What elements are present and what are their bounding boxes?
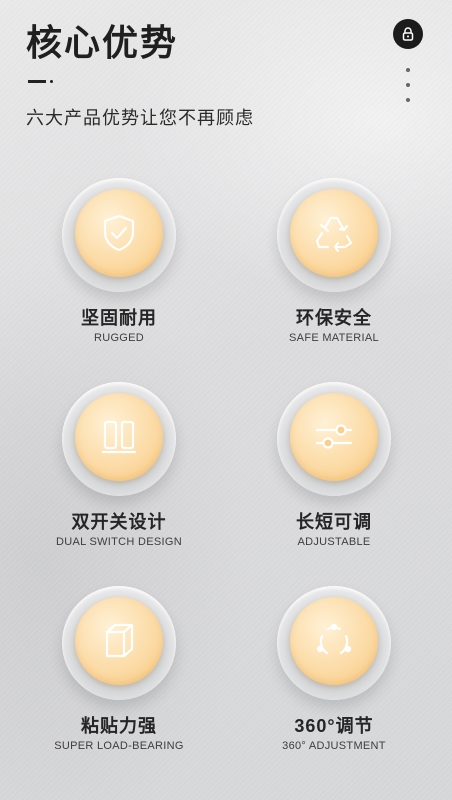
feature-360-adjustment: 360°调节 360° ADJUSTMENT xyxy=(234,586,434,766)
feature-title: 360°调节 xyxy=(294,716,374,736)
feature-icon-ring xyxy=(277,586,391,700)
feature-subtitle: 360° ADJUSTMENT xyxy=(282,740,386,752)
feature-adjustable: 长短可调 ADJUSTABLE xyxy=(234,382,434,562)
lock-icon xyxy=(402,27,414,41)
feature-icon-disc xyxy=(75,597,163,685)
feature-icon-disc xyxy=(290,393,378,481)
feature-title: 环保安全 xyxy=(296,308,372,328)
cube-icon xyxy=(105,623,134,658)
feature-icon-disc xyxy=(75,189,163,277)
feature-title: 粘贴力强 xyxy=(81,716,157,736)
feature-icon-ring xyxy=(62,586,176,700)
feature-title: 双开关设计 xyxy=(71,512,167,532)
feature-subtitle: RUGGED xyxy=(93,332,145,344)
feature-safe-material: 环保安全 SAFE MATERIAL xyxy=(234,178,434,358)
rotation-icon xyxy=(316,623,352,655)
page-title: 核心优势 xyxy=(26,22,179,63)
page-subtitle: 六大产品优势让您不再顾虑 xyxy=(26,108,254,128)
feature-dual-switch: 双开关设计 DUAL SWITCH DESIGN xyxy=(19,382,219,562)
feature-title: 坚固耐用 xyxy=(81,308,157,328)
lock-button[interactable] xyxy=(393,19,423,49)
feature-subtitle: SUPER LOAD-BEARING xyxy=(54,740,184,752)
feature-icon-disc xyxy=(290,189,378,277)
vertical-dots-icon xyxy=(406,68,410,72)
feature-icon-ring xyxy=(62,178,176,292)
title-underline-dot xyxy=(50,80,53,83)
title-underline xyxy=(28,80,46,83)
feature-icon-ring xyxy=(277,382,391,496)
sliders-icon xyxy=(315,424,353,449)
more-options-button[interactable] xyxy=(400,68,416,102)
feature-rugged: 坚固耐用 RUGGED xyxy=(19,178,219,358)
recycle-icon xyxy=(315,216,353,253)
feature-load-bearing: 粘贴力强 SUPER LOAD-BEARING xyxy=(19,586,219,766)
shield-check-icon xyxy=(103,214,135,252)
feature-icon-ring xyxy=(62,382,176,496)
feature-icon-disc xyxy=(75,393,163,481)
feature-subtitle: ADJUSTABLE xyxy=(297,536,371,548)
feature-subtitle: SAFE MATERIAL xyxy=(289,332,379,344)
feature-subtitle: DUAL SWITCH DESIGN xyxy=(55,536,182,548)
dual-switch-icon xyxy=(101,420,137,454)
feature-icon-ring xyxy=(277,178,391,292)
feature-title: 长短可调 xyxy=(296,512,372,532)
feature-icon-disc xyxy=(290,597,378,685)
